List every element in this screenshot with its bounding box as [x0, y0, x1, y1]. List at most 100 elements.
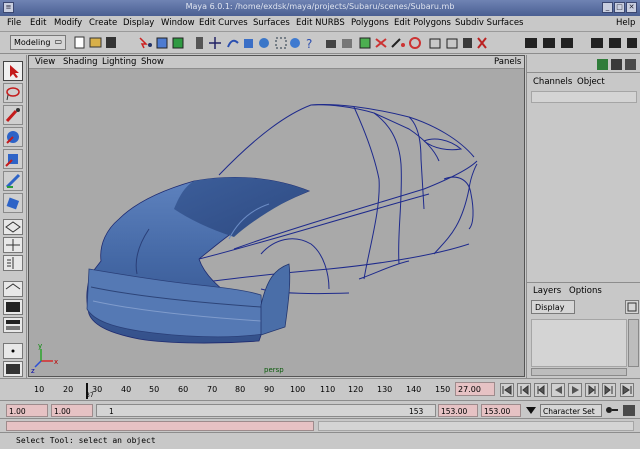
step-back-frame-button[interactable] [534, 383, 548, 397]
step-back-key-button[interactable] [517, 383, 531, 397]
render-globals-icon[interactable] [359, 37, 371, 49]
select-hierarchy-icon[interactable] [139, 37, 152, 49]
move-tool[interactable] [3, 127, 23, 147]
output-line-icon[interactable] [446, 38, 458, 49]
save-scene-icon[interactable] [106, 37, 116, 48]
new-layer-button[interactable] [625, 300, 639, 314]
playback-start-field[interactable]: 1.00 [51, 404, 93, 417]
menu-edit[interactable]: Edit [30, 18, 46, 28]
input-line-icon[interactable] [429, 38, 441, 49]
menu-polygons[interactable]: Polygons [351, 18, 389, 28]
car-front-surface[interactable] [86, 177, 311, 344]
time-slider-track[interactable]: 10 20 30 40 50 60 70 80 90 100 110 120 1… [8, 381, 451, 399]
time-slider[interactable]: 10 20 30 40 50 60 70 80 90 100 110 120 1… [0, 378, 640, 400]
layout-four-panes[interactable] [3, 237, 23, 253]
menu-surfaces[interactable]: Surfaces [253, 18, 290, 28]
snap-point-icon[interactable] [244, 39, 253, 48]
channels-tab[interactable]: Channels [533, 77, 572, 87]
animation-preferences-button[interactable] [622, 404, 636, 417]
options-tab[interactable]: Options [569, 286, 602, 296]
animation-start-field[interactable]: 1.00 [6, 404, 48, 417]
character-set-select[interactable]: Character Set [540, 404, 602, 417]
layout-graph-icon[interactable] [591, 38, 603, 48]
auto-key-button[interactable] [605, 404, 619, 417]
layer-list[interactable] [531, 319, 627, 367]
layout-single-pane[interactable] [3, 219, 23, 235]
go-to-end-button[interactable] [620, 383, 634, 397]
object-tab[interactable]: Object [577, 77, 605, 87]
menu-window[interactable]: Window [161, 18, 195, 28]
viewport-menu-shading[interactable]: Shading [63, 57, 98, 67]
lock-selection-icon[interactable] [196, 37, 203, 49]
layout-custom-2[interactable] [3, 361, 23, 377]
render-icon[interactable] [326, 40, 336, 48]
menu-subdiv-surfaces[interactable]: Subdiv Surfaces [455, 18, 523, 28]
menu-edit-curves[interactable]: Edit Curves [199, 18, 248, 28]
tool-settings-toggle-icon[interactable] [611, 59, 622, 70]
step-forward-key-button[interactable] [602, 383, 616, 397]
snap-live-icon[interactable] [275, 37, 287, 49]
history-icon[interactable] [290, 38, 300, 48]
viewport-menu-view[interactable]: View [35, 57, 55, 67]
snap-curve-icon[interactable] [227, 39, 239, 48]
sculpt-icon[interactable] [409, 37, 421, 49]
new-scene-icon[interactable] [74, 36, 85, 49]
channel-box-toggle-icon[interactable] [463, 38, 472, 48]
select-tool[interactable] [3, 61, 23, 81]
layers-tab[interactable]: Layers [533, 286, 561, 296]
layout-four-icon[interactable] [543, 38, 555, 48]
layout-hypershade-icon[interactable] [627, 38, 637, 48]
range-bar[interactable]: 1 153 [96, 404, 436, 417]
character-set-arrow[interactable] [525, 405, 537, 416]
current-time-field[interactable]: 27.00 [455, 382, 495, 396]
go-to-start-button[interactable] [500, 383, 514, 397]
menu-help[interactable]: Help [616, 18, 635, 28]
menu-file[interactable]: File [7, 18, 21, 28]
layout-hypershade-persp[interactable] [3, 317, 23, 333]
paint-select-tool[interactable] [3, 105, 23, 125]
step-forward-frame-button[interactable] [585, 383, 599, 397]
viewport-menu-show[interactable]: Show [141, 57, 164, 67]
animation-end-field[interactable]: 153.00 [481, 404, 521, 417]
layout-custom[interactable] [3, 343, 23, 359]
manipulator-tool[interactable] [3, 193, 23, 213]
maximize-button[interactable]: □ [614, 2, 625, 13]
channel-box-panel-toggle-icon[interactable] [625, 59, 636, 70]
layout-persp-outliner[interactable] [3, 281, 23, 297]
menu-edit-nurbs[interactable]: Edit NURBS [296, 18, 345, 28]
select-component-icon[interactable] [172, 37, 184, 49]
help-question-icon[interactable]: ? [306, 37, 312, 51]
menu-modify[interactable]: Modify [54, 18, 82, 28]
viewport-menu-lighting[interactable]: Lighting [102, 57, 136, 67]
paint-effects-icon[interactable] [391, 38, 405, 48]
hypershade-icon[interactable] [375, 38, 387, 48]
mode-selector[interactable]: Modeling ▭ [10, 35, 66, 50]
layout-persp-graph[interactable] [3, 299, 23, 315]
menu-edit-polygons[interactable]: Edit Polygons [394, 18, 451, 28]
snap-plane-icon[interactable] [259, 38, 269, 48]
perspective-viewport[interactable]: View Shading Lighting Show Panels x y z … [28, 55, 525, 377]
menu-create[interactable]: Create [89, 18, 117, 28]
layout-single-icon[interactable] [525, 38, 537, 48]
menu-display[interactable]: Display [123, 18, 154, 28]
layer-display-select[interactable]: Display [531, 300, 575, 314]
lasso-tool[interactable] [3, 83, 23, 103]
attribute-editor-toggle-icon[interactable] [597, 59, 608, 70]
close-button[interactable]: ✕ [626, 2, 637, 13]
scene-canvas[interactable]: x y z persp [29, 69, 524, 376]
channel-box-field[interactable] [531, 91, 637, 103]
layer-list-hscrollbar[interactable] [531, 368, 627, 376]
layout-outliner-icon[interactable] [609, 38, 621, 48]
select-object-icon[interactable] [156, 37, 168, 49]
ipr-render-icon[interactable] [342, 39, 352, 48]
open-scene-icon[interactable] [89, 37, 102, 48]
play-backward-button[interactable] [551, 383, 565, 397]
snap-grid-icon[interactable] [209, 37, 221, 49]
minimize-button[interactable]: _ [602, 2, 613, 13]
rotate-tool[interactable] [3, 149, 23, 169]
play-forward-button[interactable] [568, 383, 582, 397]
scale-tool[interactable] [3, 171, 23, 191]
layer-list-scrollbar[interactable] [628, 319, 639, 367]
layout-two-panes[interactable] [3, 255, 23, 271]
construction-history-icon[interactable] [477, 37, 487, 49]
